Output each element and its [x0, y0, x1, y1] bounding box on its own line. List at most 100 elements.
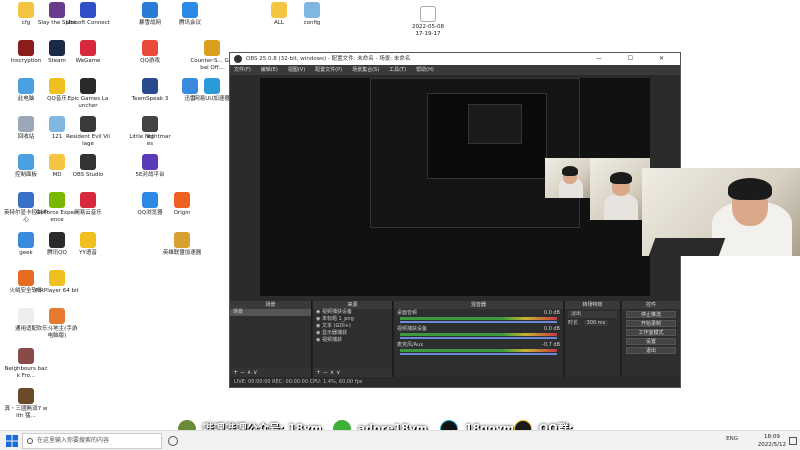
- desktop-icon[interactable]: Ubisoft Connect: [66, 2, 110, 27]
- controls-panel: 控件 停止推流 开始录制 工作室模式 设置 退出: [622, 301, 680, 377]
- app-shortcut-icon: [18, 116, 34, 132]
- clock-time: 18:09: [763, 434, 780, 440]
- menu-item[interactable]: 场景集合(S): [352, 67, 379, 73]
- control-button[interactable]: 停止推流: [626, 311, 676, 318]
- menu-item[interactable]: 视图(V): [288, 67, 305, 73]
- source-item[interactable]: ◉ 视频捕获设备: [313, 309, 392, 316]
- desktop-icon-label: 5E对战平台: [135, 172, 165, 178]
- volume-meter: [400, 333, 557, 336]
- webcam-overlay: [642, 168, 800, 256]
- desktop-icon[interactable]: TeamSpeak 3: [128, 78, 172, 103]
- source-label: 文本 (GDI+): [321, 323, 351, 329]
- mixer-channel: 麦克风/Aux -0.7 dB: [394, 341, 563, 357]
- source-label: 显示器捕获: [321, 330, 347, 336]
- app-shortcut-icon: [304, 2, 320, 18]
- menu-item[interactable]: 配置文件(P): [315, 67, 342, 73]
- control-button[interactable]: 设置: [626, 338, 676, 345]
- windows-start-icon[interactable]: [6, 435, 18, 447]
- nested-preview-2: [427, 93, 547, 179]
- obs-logo-icon: [234, 55, 242, 63]
- desktop-icon[interactable]: QQ游戏: [128, 40, 172, 65]
- desktop-icon[interactable]: Origin: [160, 192, 204, 217]
- app-shortcut-icon: [18, 388, 34, 404]
- desktop-icon-label: Counter-S... Global Off...: [190, 58, 234, 71]
- desktop-icon[interactable]: 欢乐斗地主(手游电脑版): [35, 308, 79, 339]
- menu-item[interactable]: 编辑(E): [261, 67, 278, 73]
- source-item[interactable]: ◉ 视频捕获: [313, 337, 392, 344]
- ime-indicator[interactable]: ENG: [726, 436, 738, 442]
- task-view-icon[interactable]: [168, 436, 178, 446]
- desktop-icon[interactable]: Epic Games Launcher: [66, 78, 110, 109]
- source-label: 未标题 1_png: [321, 316, 354, 322]
- app-shortcut-icon: [49, 2, 65, 18]
- transition-type-select[interactable]: 淡出: [568, 311, 617, 318]
- channel-name: 视频捕获设备: [397, 326, 428, 332]
- scenes-footer-controls[interactable]: + − ∧ ∨: [230, 368, 311, 377]
- desktop-icon[interactable]: Neighbours back Fro...: [4, 348, 48, 379]
- volume-slider[interactable]: [400, 353, 557, 355]
- app-shortcut-icon: [18, 348, 34, 364]
- desktop-icon[interactable]: PotPlayer 64 bit: [35, 270, 79, 295]
- volume-slider[interactable]: [400, 337, 557, 339]
- menu-item[interactable]: 帮助(H): [416, 67, 434, 73]
- mixer-channels: 桌面音频 0.0 dB 视频捕获设备 0.0 dB 麦克风/Aux -0.7 dB: [394, 309, 563, 357]
- desktop-icon[interactable]: 腾讯会议: [168, 2, 212, 27]
- app-shortcut-icon: [271, 2, 287, 18]
- volume-slider[interactable]: [400, 321, 557, 323]
- app-shortcut-icon: [142, 116, 158, 132]
- taskbar-clock[interactable]: 18:09 2022/5/12: [758, 433, 786, 449]
- desktop-icon[interactable]: Counter-S... Global Off...: [190, 40, 234, 71]
- desktop-icon-label: 腾讯会议: [178, 20, 201, 26]
- duration-label: 时长: [568, 320, 579, 326]
- desktop-icon-label: WeGame: [75, 58, 101, 64]
- source-item[interactable]: ◉ 未标题 1_png: [313, 316, 392, 323]
- obs-title-bar[interactable]: OBS 25.0.8 (32-bit, windows) - 配置文件: 未命名…: [230, 53, 680, 65]
- app-shortcut-icon: [142, 154, 158, 170]
- desktop-icon[interactable]: WeGame: [66, 40, 110, 65]
- desktop-icon-label: 欢乐斗地主(手游电脑版): [36, 326, 78, 339]
- desktop-file-timestamp[interactable]: 2022-05-08 17-19-17: [405, 6, 451, 37]
- desktop-icon[interactable]: 暴雪战网: [128, 2, 172, 27]
- desktop-icon-label: Little Nightmares: [129, 134, 171, 147]
- obs-preview-canvas[interactable]: [260, 78, 650, 296]
- app-shortcut-icon: [18, 192, 34, 208]
- obs-menu-bar: 文件(F) 编辑(E) 视图(V) 配置文件(P) 场景集合(S) 工具(T) 帮助(H): [230, 65, 680, 75]
- control-button[interactable]: 工作室模式: [626, 329, 676, 336]
- desktop-icon[interactable]: OBS Studio: [66, 154, 110, 179]
- transitions-header: 转场特效: [565, 301, 620, 309]
- desktop-icon[interactable]: 英雄联盟加速器: [160, 232, 204, 257]
- source-item[interactable]: ◉ 显示器捕获: [313, 330, 392, 337]
- search-icon: [27, 438, 33, 444]
- obs-window[interactable]: OBS 25.0.8 (32-bit, windows) - 配置文件: 未命名…: [229, 52, 681, 388]
- window-controls[interactable]: — ☐ ✕: [596, 53, 676, 65]
- app-shortcut-icon: [18, 270, 34, 286]
- desktop-icon[interactable]: YY语音: [66, 232, 110, 257]
- transition-duration[interactable]: 时长 300 ms: [565, 320, 620, 327]
- menu-item[interactable]: 文件(F): [234, 67, 251, 73]
- taskbar-search-box[interactable]: 在这里输入你要搜索的内容: [22, 433, 162, 449]
- app-shortcut-icon: [18, 2, 34, 18]
- desktop-icon[interactable]: Resident Evil Village: [66, 116, 110, 147]
- source-item[interactable]: ◉ 文本 (GDI+): [313, 323, 392, 330]
- scene-item[interactable]: 场景: [230, 309, 311, 316]
- duration-value[interactable]: 300 ms: [583, 320, 609, 326]
- desktop-icon[interactable]: 5E对战平台: [128, 154, 172, 179]
- desktop-icon[interactable]: 网易UU加速器: [190, 78, 234, 103]
- desktop-icon[interactable]: 网易云音乐: [66, 192, 110, 217]
- control-button[interactable]: 开始录制: [626, 320, 676, 327]
- scenes-panel: 场景 场景 + − ∧ ∨: [230, 301, 312, 377]
- desktop-icon-label: Neighbours back Fro...: [4, 366, 48, 379]
- notification-icon[interactable]: [789, 437, 797, 445]
- menu-item[interactable]: 工具(T): [389, 67, 406, 73]
- app-shortcut-icon: [49, 154, 65, 170]
- desktop-icon-label: Origin: [173, 210, 191, 216]
- sources-footer-controls[interactable]: + − ∧ ∨: [313, 368, 392, 377]
- desktop-icon[interactable]: 真・三國無双7 with 猛...: [4, 388, 48, 419]
- search-placeholder: 在这里输入你要搜索的内容: [37, 437, 110, 444]
- channel-name: 桌面音频: [397, 310, 418, 316]
- desktop-icon[interactable]: Little Nightmares: [128, 116, 172, 147]
- desktop-icon[interactable]: config: [290, 2, 334, 27]
- mixer-header: 混音器: [394, 301, 563, 309]
- keyboard: [648, 238, 726, 256]
- control-button[interactable]: 退出: [626, 347, 676, 354]
